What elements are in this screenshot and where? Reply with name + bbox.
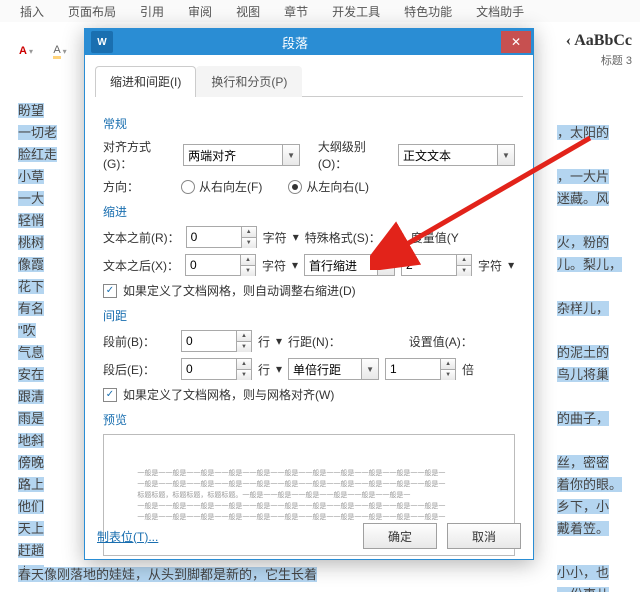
tab-indent-spacing[interactable]: 缩进和间距(I) — [95, 66, 196, 97]
indent-grid-check[interactable]: ✓如果定义了文档网格，则自动调整右缩进(D) — [103, 282, 356, 299]
special-combo[interactable]: ▼ — [304, 254, 395, 276]
unit-times: 倍 — [462, 361, 474, 378]
chevron-down-icon: ▼ — [282, 145, 299, 165]
unit-char: 字符 — [263, 229, 287, 246]
close-icon: ✕ — [511, 35, 521, 49]
preview-content: 一般是一一般是一一般是一一般是一一般是一一般是一一般是一一般是一一般是一一般是一… — [137, 468, 480, 523]
chevron-down-icon: ▼ — [361, 359, 378, 379]
menu-dev[interactable]: 开发工具 — [332, 3, 380, 20]
close-button[interactable]: ✕ — [501, 31, 531, 53]
style-name: 标题 3 — [566, 52, 632, 68]
measure-label: 度量值(Y — [411, 229, 459, 246]
menu-doc-helper[interactable]: 文档助手 — [476, 3, 524, 20]
chevron-down-icon: ▼ — [497, 145, 514, 165]
cancel-button[interactable]: 取消 — [447, 523, 521, 549]
unit-char: 字符 — [478, 257, 502, 274]
menu-review[interactable]: 审阅 — [188, 3, 212, 20]
space-before-spin[interactable]: ▲▼ — [181, 330, 252, 352]
space-after-spin[interactable]: ▲▼ — [181, 358, 252, 380]
outline-label: 大纲级别(O)： — [318, 138, 392, 172]
unit-line: 行 — [258, 361, 270, 378]
line-label: 行距(N)： — [288, 333, 341, 350]
indent-before-spin[interactable]: ▲▼ — [186, 226, 257, 248]
unit-line: 行 — [258, 333, 270, 350]
group-general: 常规 — [103, 115, 515, 132]
menu-special[interactable]: 特色功能 — [404, 3, 452, 20]
menu-bar: 插入 页面布局 引用 审阅 视图 章节 开发工具 特色功能 文档助手 — [0, 0, 640, 23]
outline-combo[interactable]: ▼ — [398, 144, 515, 166]
menu-insert[interactable]: 插入 — [20, 3, 44, 20]
dialog-footer: 制表位(T)... 确定 取消 — [97, 523, 521, 549]
rtl-radio[interactable]: 从右向左(F) — [181, 178, 262, 195]
group-indent: 缩进 — [103, 203, 515, 220]
indent-before-label: 文本之前(R)： — [103, 229, 180, 246]
style-gallery-item[interactable]: ‹ AaBbCc 标题 3 — [566, 32, 632, 68]
dialog-title: 段落 — [119, 33, 471, 52]
unit-char: 字符 — [262, 257, 286, 274]
dialog-body: 常规 对齐方式(G)： ▼ 大纲级别(O)： ▼ 方向： 从右向左(F) 从左向… — [85, 97, 533, 556]
measure-spin[interactable]: ▲▼ — [401, 254, 472, 276]
indent-after-spin[interactable]: ▲▼ — [185, 254, 256, 276]
ltr-radio[interactable]: 从左向右(L) — [288, 178, 369, 195]
direction-label: 方向： — [103, 178, 175, 195]
setat-label: 设置值(A)： — [409, 333, 473, 350]
menu-references[interactable]: 引用 — [140, 3, 164, 20]
menu-chapter[interactable]: 章节 — [284, 3, 308, 20]
group-preview: 预览 — [103, 411, 515, 428]
tabstops-link[interactable]: 制表位(T)... — [97, 528, 158, 545]
app-window: 插入 页面布局 引用 审阅 视图 章节 开发工具 特色功能 文档助手 A▾ A▾… — [0, 0, 640, 592]
space-after-label: 段后(E)： — [103, 361, 175, 378]
align-combo[interactable]: ▼ — [183, 144, 300, 166]
space-before-label: 段前(B)： — [103, 333, 175, 350]
tab-line-page-breaks[interactable]: 换行和分页(P) — [196, 66, 302, 97]
chevron-down-icon: ▼ — [377, 255, 394, 275]
menu-page-layout[interactable]: 页面布局 — [68, 3, 116, 20]
dialog-tabs: 缩进和间距(I) 换行和分页(P) — [95, 65, 523, 97]
paragraph-dialog: W 段落 ✕ 缩进和间距(I) 换行和分页(P) 常规 对齐方式(G)： ▼ 大… — [84, 28, 534, 560]
font-color-button[interactable]: A▾ — [12, 37, 40, 65]
spacing-grid-check[interactable]: ✓如果定义了文档网格，则与网格对齐(W) — [103, 386, 334, 403]
group-spacing: 间距 — [103, 307, 515, 324]
menu-view[interactable]: 视图 — [236, 3, 260, 20]
wps-icon: W — [91, 31, 113, 53]
special-label: 特殊格式(S)： — [305, 229, 381, 246]
highlight-button[interactable]: A▾ — [46, 37, 74, 65]
ok-button[interactable]: 确定 — [363, 523, 437, 549]
style-sample: ‹ AaBbCc — [566, 32, 632, 50]
setat-spin[interactable]: ▲▼ — [385, 358, 456, 380]
dialog-titlebar: W 段落 ✕ — [85, 29, 533, 55]
align-label: 对齐方式(G)： — [103, 138, 177, 172]
line-combo[interactable]: ▼ — [288, 358, 379, 380]
indent-after-label: 文本之后(X)： — [103, 257, 179, 274]
